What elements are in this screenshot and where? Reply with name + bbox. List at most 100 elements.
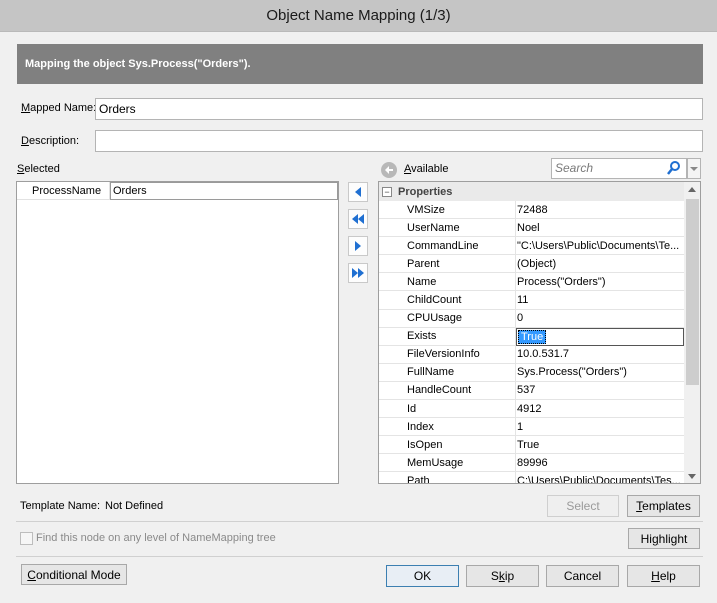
property-name: Path <box>379 472 516 483</box>
property-name: CPUUsage <box>379 309 516 328</box>
select-button[interactable]: Select <box>547 495 619 517</box>
property-row[interactable]: CommandLine "C:\Users\Public\Documents\Te… <box>379 237 684 256</box>
mapped-name-input[interactable]: Orders <box>95 98 703 120</box>
property-row[interactable]: VMSize 72488 <box>379 201 684 220</box>
properties-group-header[interactable]: − Properties <box>379 182 684 201</box>
property-row[interactable]: Id 4912 <box>379 400 684 419</box>
available-label: Available <box>404 163 449 175</box>
property-row[interactable]: FullName Sys.Process("Orders") <box>379 363 684 382</box>
available-properties-panel[interactable]: − Properties VMSize 72488 UserName Noel Comm… <box>378 181 701 484</box>
description-label: Description: <box>21 135 80 147</box>
property-value[interactable]: 11 <box>516 291 684 310</box>
mapped-name-label: Mapped Name: <box>21 102 97 114</box>
properties-group-label: Properties <box>398 185 453 198</box>
highlight-button-rest: hlight <box>658 532 688 546</box>
property-name: VMSize <box>379 201 516 220</box>
property-value[interactable]: 72488 <box>516 201 684 220</box>
find-node-checkbox[interactable] <box>20 532 33 545</box>
property-row[interactable]: HandleCount 537 <box>379 381 684 401</box>
property-value[interactable]: 1 <box>516 418 684 437</box>
property-name: MemUsage <box>379 454 516 473</box>
back-icon[interactable] <box>381 162 397 178</box>
property-value[interactable]: 537 <box>516 382 684 401</box>
mapping-banner: Mapping the object Sys.Process("Orders")… <box>17 44 703 84</box>
property-row[interactable]: IsOpen True <box>379 436 684 455</box>
property-row[interactable]: MemUsage 89996 <box>379 454 684 473</box>
property-row[interactable]: CPUUsage 0 <box>379 309 684 328</box>
property-value[interactable]: 89996 <box>516 454 684 473</box>
property-value[interactable]: 4912 <box>516 400 684 419</box>
property-row[interactable]: Path C:\Users\Public\Documents\Tes... <box>379 472 684 483</box>
arrow-right-icon <box>355 241 361 251</box>
property-value[interactable]: 0 <box>516 310 684 328</box>
properties-grid[interactable]: − Properties VMSize 72488 UserName Noel Comm… <box>379 182 684 483</box>
property-name: UserName <box>379 219 516 238</box>
help-button-rest: elp <box>659 569 676 583</box>
search-dropdown-button[interactable] <box>687 158 701 179</box>
mapped-name-label-rest: apped Name: <box>30 102 97 114</box>
window-title: Object Name Mapping (1/3) <box>0 0 717 32</box>
property-row[interactable]: ChildCount 11 <box>379 291 684 310</box>
property-name: HandleCount <box>379 381 516 401</box>
property-row[interactable]: Exists True <box>379 327 684 346</box>
property-value[interactable]: True <box>516 327 684 346</box>
selected-properties-list[interactable]: ProcessName Orders <box>16 181 339 484</box>
property-name: ChildCount <box>379 291 516 310</box>
property-name: IsOpen <box>379 436 516 455</box>
ok-button[interactable]: OK <box>386 565 459 587</box>
double-arrow-right-icon <box>352 268 364 278</box>
arrow-left-icon <box>355 187 361 197</box>
property-row[interactable]: Parent (Object) <box>379 255 684 274</box>
property-value[interactable]: Noel <box>516 219 684 238</box>
property-name: FullName <box>379 363 516 382</box>
scroll-up-icon[interactable] <box>684 182 700 196</box>
conditional-mode-button[interactable]: Conditional Mode <box>21 564 127 585</box>
property-value[interactable]: True <box>516 436 684 455</box>
property-value[interactable]: Process("Orders") <box>516 273 684 292</box>
property-value[interactable]: "C:\Users\Public\Documents\Te... <box>516 237 684 256</box>
property-value-selected[interactable]: True <box>518 329 547 344</box>
back-arrow-icon <box>385 166 393 174</box>
property-value[interactable]: C:\Users\Public\Documents\Tes... <box>516 472 684 483</box>
property-name: FileVersionInfo <box>379 345 516 364</box>
property-row[interactable]: FileVersionInfo 10.0.531.7 <box>379 345 684 364</box>
divider <box>16 521 703 522</box>
highlight-button[interactable]: Highlight <box>628 528 700 549</box>
property-row[interactable]: Name Process("Orders") <box>379 273 684 292</box>
collapse-icon[interactable]: − <box>382 186 392 197</box>
cancel-button[interactable]: Cancel <box>546 565 619 587</box>
templates-button[interactable]: Templates <box>627 495 700 517</box>
available-label-rest: vailable <box>411 163 449 175</box>
vertical-scrollbar[interactable] <box>684 182 700 483</box>
move-left-button[interactable] <box>348 182 368 202</box>
selected-row[interactable]: ProcessName Orders <box>17 182 338 200</box>
property-name: Name <box>379 273 516 292</box>
search-icon[interactable] <box>667 160 681 179</box>
scrollbar-thumb[interactable] <box>686 199 699 385</box>
move-all-right-button[interactable] <box>348 263 368 283</box>
template-name-value: Not Defined <box>105 500 164 512</box>
template-name-label: Template Name: <box>20 500 101 512</box>
property-value[interactable]: Sys.Process("Orders") <box>516 364 684 382</box>
property-row[interactable]: UserName Noel <box>379 219 684 238</box>
divider-bottom <box>16 556 703 557</box>
move-right-button[interactable] <box>348 236 368 256</box>
move-all-left-button[interactable] <box>348 209 368 229</box>
property-value[interactable]: 10.0.531.7 <box>516 346 684 364</box>
description-label-rest: escription: <box>28 135 80 147</box>
property-value[interactable]: (Object) <box>516 255 684 274</box>
highlight-button-prefix: Hi <box>640 532 652 546</box>
selected-row-name: ProcessName <box>17 182 110 200</box>
double-arrow-left-icon <box>352 214 364 224</box>
templates-button-rest: emplates <box>642 499 691 513</box>
description-input[interactable] <box>95 130 703 152</box>
property-row[interactable]: Index 1 <box>379 418 684 437</box>
property-name: CommandLine <box>379 237 516 256</box>
property-name: Index <box>379 418 516 437</box>
help-button[interactable]: Help <box>627 565 700 587</box>
selected-row-value[interactable]: Orders <box>110 182 338 200</box>
scroll-down-icon[interactable] <box>684 469 700 483</box>
conditional-mode-rest: onditional Mode <box>35 568 121 582</box>
properties-rows: VMSize 72488 UserName Noel CommandLine "C:\Us… <box>379 201 684 483</box>
skip-button[interactable]: Skip <box>466 565 539 587</box>
